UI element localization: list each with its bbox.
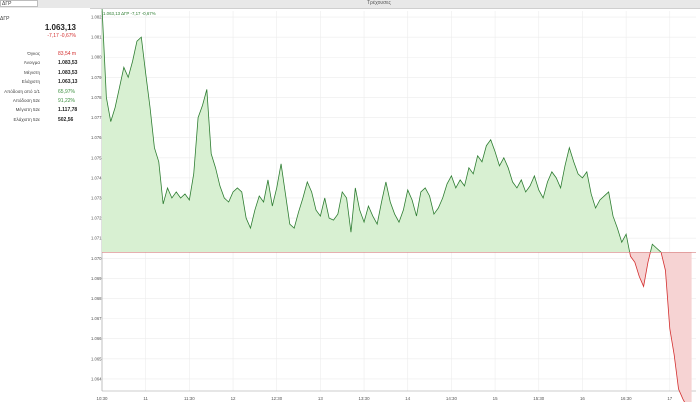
y-tick-label: 1.072 bbox=[91, 216, 102, 221]
ticker-label: ΔΓΡ bbox=[0, 16, 10, 22]
stat-value: 91,22% bbox=[58, 98, 75, 104]
stat-label: Ελάχιστη bbox=[21, 79, 40, 85]
stat-value: 1.083,53 bbox=[58, 69, 78, 76]
stat-label: Μέγιστη 52ε bbox=[15, 107, 40, 113]
y-tick-label: 1.070 bbox=[91, 256, 102, 261]
x-tick-label: 14:30 bbox=[446, 396, 458, 401]
stat-value: 502,56 bbox=[58, 116, 74, 123]
y-tick-label: 1.076 bbox=[91, 135, 102, 140]
y-tick-label: 1.075 bbox=[91, 155, 102, 160]
ticker-search-input[interactable]: ΔΓΡ bbox=[0, 0, 38, 7]
y-tick-label: 1.066 bbox=[91, 336, 102, 341]
chart-title: Τρέχουσες bbox=[367, 0, 391, 6]
y-tick-label: 1.080 bbox=[91, 55, 102, 60]
x-tick-label: 10:30 bbox=[97, 396, 109, 401]
price-chart[interactable]: 1.082 1.081 1.080 1.079 1.078 1.077 1.076 1.075… bbox=[90, 9, 700, 402]
x-tick-label: 12:30 bbox=[271, 396, 283, 401]
stat-value: 65,97% bbox=[58, 88, 75, 95]
x-tick-label: 14 bbox=[405, 396, 410, 401]
top-toolbar: ΔΓΡ Τρέχουσες bbox=[0, 0, 700, 9]
stat-label: Μέγιστη bbox=[23, 69, 40, 75]
y-tick-label: 1.064 bbox=[91, 376, 102, 381]
stat-value: 1.083,53 bbox=[58, 60, 78, 67]
y-tick-label: 1.068 bbox=[91, 296, 102, 301]
stat-label: Άνοιγμα bbox=[23, 60, 40, 66]
x-tick-label: 16 bbox=[580, 396, 585, 401]
x-tick-label: 16:30 bbox=[621, 396, 633, 401]
x-tick-label: 13:30 bbox=[359, 396, 371, 401]
y-tick-label: 1.082 bbox=[91, 15, 102, 20]
y-tick-label: 1.073 bbox=[91, 195, 102, 200]
last-price: 1.063,13 bbox=[44, 23, 76, 32]
x-tick-label: 15 bbox=[493, 396, 498, 401]
y-tick-label: 1.074 bbox=[91, 175, 102, 180]
y-tick-label: 1.071 bbox=[91, 236, 102, 241]
x-tick-label: 11 bbox=[143, 396, 148, 401]
y-tick-label: 1.078 bbox=[91, 95, 102, 100]
y-tick-label: 1.079 bbox=[91, 75, 102, 80]
x-tick-label: 13 bbox=[318, 396, 323, 401]
stat-label: Απόδοση 52ε bbox=[12, 98, 40, 103]
y-tick-label: 1.077 bbox=[91, 115, 102, 120]
stat-label: Όγκος bbox=[27, 51, 40, 56]
x-tick-label: 11:30 bbox=[184, 396, 195, 401]
stat-label: Απόδοση από 1/1 bbox=[4, 88, 40, 94]
stat-value: 1.117,78 bbox=[58, 107, 78, 114]
x-tick-label: 17 bbox=[667, 396, 672, 401]
y-tick-label: 1.069 bbox=[91, 276, 102, 281]
quote-panel: ΔΓΡ 1.063,13 -7,17 -0,67% Όγκος 83,54 m Άν… bbox=[0, 8, 90, 402]
y-tick-label: 1.067 bbox=[91, 316, 102, 321]
y-tick-label: 1.065 bbox=[91, 356, 102, 361]
x-tick-label: 15:30 bbox=[533, 396, 545, 401]
stat-label: Ελάχιστη 52ε bbox=[13, 116, 40, 122]
x-tick-label: 12 bbox=[231, 396, 236, 401]
stat-value: 1.063,13 bbox=[58, 79, 78, 86]
chart-legend: 1.063,13 ΔΓΡ -7,17 -0,67% bbox=[103, 11, 156, 16]
stat-value: 83,54 m bbox=[58, 51, 77, 57]
y-tick-label: 1.081 bbox=[91, 35, 102, 40]
price-change: -7,17 -0,67% bbox=[47, 33, 76, 39]
